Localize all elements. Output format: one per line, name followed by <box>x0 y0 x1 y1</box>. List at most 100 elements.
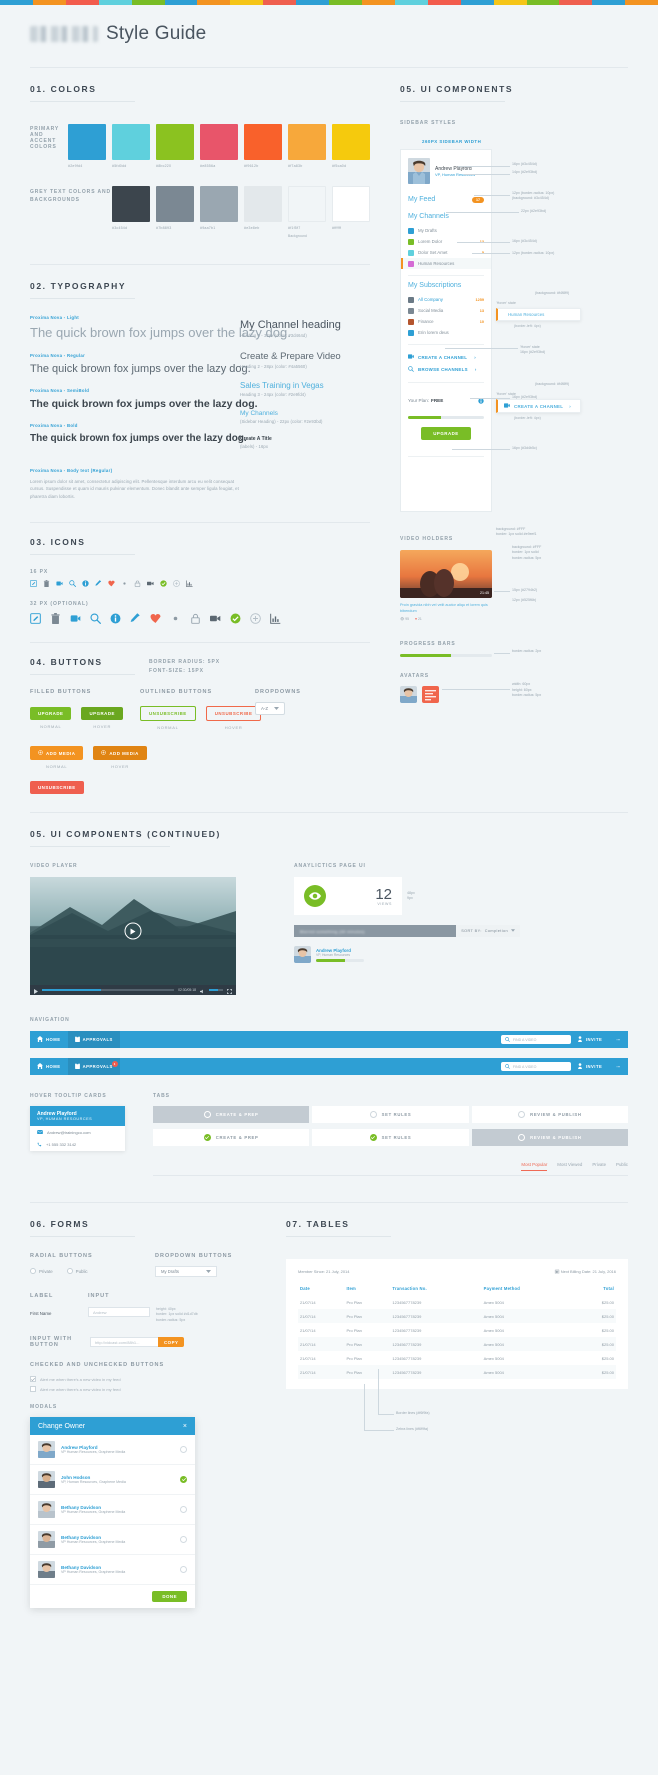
tab-review-publish[interactable]: REVIEW & PUBLISH <box>471 1106 628 1124</box>
edit-icon[interactable] <box>30 580 37 587</box>
tab-set-rules[interactable]: SET RULES <box>312 1106 469 1124</box>
video-player-screen[interactable] <box>30 877 236 986</box>
info-icon[interactable] <box>110 613 121 624</box>
filter-tab[interactable]: Public <box>616 1162 628 1171</box>
sidebar-upgrade-button[interactable]: UPGRADE <box>421 427 471 440</box>
filter-tab[interactable]: Most Popular <box>521 1162 548 1172</box>
volume-slider[interactable] <box>209 989 223 992</box>
lock-icon[interactable] <box>190 613 201 624</box>
trash-icon[interactable] <box>43 580 50 588</box>
sidebar-action-create-channel[interactable]: CREATE A CHANNEL › <box>401 351 491 363</box>
plus-circle-icon[interactable] <box>173 580 180 587</box>
close-icon[interactable]: × <box>183 1423 187 1430</box>
video-thumbnail[interactable]: 21:45 <box>400 550 492 598</box>
sidebar-hover-action[interactable]: CREATE A CHANNEL › <box>496 399 581 414</box>
owner-select-radio[interactable] <box>180 1566 187 1574</box>
sort-by-control[interactable]: SORT BY: Completion <box>456 925 520 938</box>
unsubscribe-outline-normal[interactable]: UNSUBSCRIBE <box>140 706 196 722</box>
trash-icon[interactable] <box>50 613 61 625</box>
pencil-icon[interactable] <box>130 613 141 624</box>
sidebar-channel-item[interactable]: My Drafts <box>401 225 491 236</box>
link-input[interactable]: http://vidcast.com/88h1... <box>90 1337 158 1348</box>
person-add-icon <box>577 1063 583 1070</box>
info-icon[interactable] <box>82 580 89 587</box>
tab-set-rules-done[interactable]: SET RULES <box>312 1129 469 1147</box>
sidebar-subscription-item[interactable]: Social Media 13 <box>401 305 491 316</box>
checkbox-row-checked[interactable]: Alert me when there's a new video in my … <box>30 1376 256 1383</box>
filter-tab[interactable]: Most Viewed <box>557 1162 582 1171</box>
add-video-icon[interactable] <box>56 580 63 587</box>
tab-create-prep[interactable]: CREATE & PREP <box>153 1106 310 1124</box>
sidebar-subscription-item[interactable]: Erin lorem deus <box>401 327 491 338</box>
nav-more-button[interactable]: ⋯ <box>609 1064 628 1069</box>
check-circle-icon[interactable] <box>160 580 167 587</box>
nav-invite-button[interactable]: INVITE <box>571 1063 610 1070</box>
radio-public[interactable]: Public <box>66 1268 88 1275</box>
nav-tab-home[interactable]: HOME <box>30 1031 68 1048</box>
nav-invite-button[interactable]: INVITE <box>571 1036 610 1043</box>
nav-more-button[interactable]: ⋯ <box>609 1037 628 1042</box>
search-icon[interactable] <box>69 580 76 588</box>
video-player-controls[interactable]: 02:30/05:18 <box>30 985 236 996</box>
modal-owner-row[interactable]: John Hodson VP, Human Resources, Graphene… <box>30 1465 195 1496</box>
add-media-button-hover[interactable]: ADD MEDIA <box>93 746 147 761</box>
tooltip-card-email[interactable]: Andrew@trainingco.com <box>30 1126 125 1138</box>
upgrade-button-hover[interactable]: UPGRADE <box>81 707 123 721</box>
chart-icon[interactable] <box>270 613 281 624</box>
modal-done-button[interactable]: DONE <box>152 1591 187 1603</box>
plus-circle-icon[interactable] <box>250 613 261 624</box>
add-media-button-normal[interactable]: ADD MEDIA <box>30 746 84 761</box>
play-button[interactable] <box>124 922 142 940</box>
camera-icon[interactable] <box>147 580 154 587</box>
tab-review-publish-active[interactable]: REVIEW & PUBLISH <box>471 1129 628 1147</box>
tooltip-card-phone[interactable]: +1 555 332 3142 <box>30 1138 125 1151</box>
unsubscribe-outline-hover[interactable]: UNSUBSCRIBE <box>205 706 262 722</box>
sidebar-subscription-item[interactable]: Finance 10 <box>401 316 491 327</box>
checkbox-row-unchecked[interactable]: Alert me when there's a new video in my … <box>30 1386 256 1393</box>
info-icon[interactable] <box>478 391 484 409</box>
sort-dropdown[interactable]: A-Z <box>255 702 286 716</box>
eye-icon[interactable] <box>170 613 181 624</box>
owner-select-radio[interactable] <box>180 1446 187 1454</box>
chart-icon[interactable] <box>186 580 193 587</box>
add-video-icon[interactable] <box>70 613 81 624</box>
edit-icon[interactable] <box>30 613 41 624</box>
eye-icon[interactable] <box>121 580 128 587</box>
heart-icon[interactable] <box>108 580 115 587</box>
check-circle-icon[interactable] <box>230 613 241 624</box>
modal-owner-row[interactable]: Bethany Davidson VP Human Resources, Grap… <box>30 1495 195 1526</box>
owner-select-radio[interactable] <box>180 1506 187 1514</box>
pencil-icon[interactable] <box>95 580 102 587</box>
upgrade-button-normal[interactable]: UPGRADE <box>30 707 72 721</box>
modal-owner-row[interactable]: Bethany Davidson VP Human Resources, Grap… <box>30 1525 195 1556</box>
heart-icon[interactable] <box>150 613 161 624</box>
camera-icon[interactable] <box>210 613 221 624</box>
tab-create-prep-done[interactable]: CREATE & PREP <box>153 1129 310 1147</box>
search-icon[interactable] <box>90 613 101 624</box>
sidebar-channel-item[interactable]: Human Resources <box>401 258 491 269</box>
video-card[interactable]: 21:45 Proin gravida nibh vel velit aucto… <box>400 550 492 621</box>
owner-select-radio[interactable] <box>180 1476 187 1484</box>
nav-tab-approvals[interactable]: APPROVALS <box>67 1031 120 1049</box>
sidebar-user[interactable]: Andrew Playford VP, Human Resources <box>401 150 491 192</box>
lock-icon[interactable] <box>134 580 141 587</box>
sidebar-hover-item[interactable]: Human Resources <box>496 308 581 322</box>
owner-select-radio[interactable] <box>180 1536 187 1544</box>
search-input[interactable]: FIND A VIDEO <box>500 1035 571 1045</box>
color-chip <box>112 186 150 222</box>
copy-button[interactable]: COPY <box>158 1337 185 1348</box>
modal-owner-row[interactable]: Andrew Playford VP Human Resources, Graph… <box>30 1435 195 1466</box>
radio-private[interactable]: Private <box>30 1268 53 1275</box>
seek-bar[interactable] <box>42 989 175 992</box>
first-name-input[interactable]: Andrew <box>88 1307 150 1318</box>
nav-tab-home[interactable]: HOME <box>30 1058 68 1075</box>
video-title[interactable]: Proin gravida nibh vel velit auctor aliq… <box>400 602 492 614</box>
my-drafts-dropdown[interactable]: My Drafts <box>155 1266 217 1278</box>
sidebar-subscription-item[interactable]: All Company 1259 <box>401 294 491 305</box>
modal-owner-row[interactable]: Bethany Davidson VP Human Resources, Grap… <box>30 1555 195 1586</box>
unsubscribe-filled-button[interactable]: UNSUBSCRIBE <box>30 781 84 795</box>
filter-tab[interactable]: Private <box>592 1162 606 1171</box>
search-input[interactable]: FIND A VIDEO <box>500 1062 571 1072</box>
nav-tab-approvals-hover[interactable]: APPROVALS 1 <box>67 1058 120 1076</box>
sidebar-action-browse-channels[interactable]: BROWSE CHANNELS › <box>401 363 491 376</box>
